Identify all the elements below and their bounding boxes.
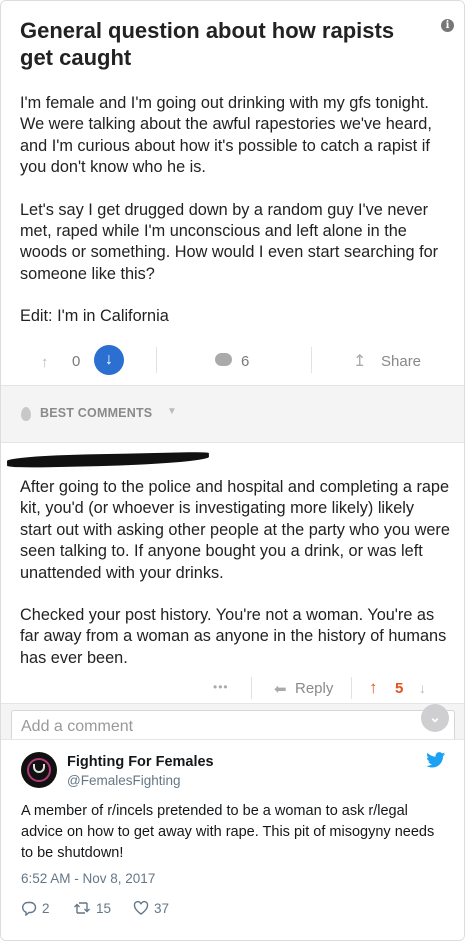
more-options-icon[interactable]: ••• xyxy=(213,680,229,694)
reply-count: 2 xyxy=(42,901,50,916)
author-name[interactable]: Fighting For Females xyxy=(67,754,214,770)
retweet-action[interactable]: 15 xyxy=(73,900,111,916)
retweet-icon xyxy=(74,902,90,914)
reddit-screenshot: General question about how rapists get c… xyxy=(1,1,464,740)
best-comments-label[interactable]: BEST COMMENTS xyxy=(40,406,152,420)
divider xyxy=(311,347,312,373)
reply-icon[interactable]: ⬅ xyxy=(274,680,287,698)
upvote-icon[interactable]: ↑ xyxy=(41,354,49,371)
comment-count[interactable]: 6 xyxy=(241,353,249,370)
comment-score: 5 xyxy=(395,680,404,697)
info-icon[interactable]: i xyxy=(441,19,454,32)
divider xyxy=(351,677,352,699)
comment-paragraph: After going to the police and hospital a… xyxy=(20,478,450,582)
divider xyxy=(156,347,157,373)
retweet-count: 15 xyxy=(96,901,112,916)
tweet-text: A member of r/incels pretended to be a w… xyxy=(21,803,435,861)
post-title[interactable]: General question about how rapists get c… xyxy=(20,17,430,71)
post-paragraph: I'm female and I'm going out drinking wi… xyxy=(20,94,432,177)
reply-button[interactable]: Reply xyxy=(295,680,333,697)
best-comments-bar[interactable]: BEST COMMENTS ▼ xyxy=(1,385,464,443)
chevron-down-icon[interactable]: ▼ xyxy=(167,406,177,417)
reply-action[interactable]: 2 xyxy=(21,900,50,917)
post-paragraph: Edit: I'm in California xyxy=(20,307,169,326)
author-handle[interactable]: @FemalesFighting xyxy=(67,773,181,788)
comment-downvote-icon[interactable]: ↓ xyxy=(419,680,426,696)
twitter-bird-icon[interactable] xyxy=(426,752,446,768)
add-comment-area: Add a comment xyxy=(1,703,464,740)
comment-body: After going to the police and hospital a… xyxy=(20,477,450,690)
comment-paragraph: Checked your post history. You're not a … xyxy=(20,606,447,667)
scroll-down-icon[interactable]: ⌄ xyxy=(421,704,449,732)
avatar[interactable] xyxy=(21,752,57,788)
comment-bubble-icon[interactable] xyxy=(215,353,232,366)
share-icon[interactable]: ↥ xyxy=(353,351,366,371)
like-count: 37 xyxy=(154,901,170,916)
like-action[interactable]: 37 xyxy=(133,900,169,916)
tweet-timestamp[interactable]: 6:52 AM - Nov 8, 2017 xyxy=(21,871,155,886)
share-button[interactable]: Share xyxy=(381,353,421,370)
flame-icon xyxy=(21,407,31,421)
add-comment-input[interactable]: Add a comment xyxy=(11,710,455,740)
redacted-username xyxy=(6,451,210,469)
tweet: Fighting For Females @FemalesFighting A … xyxy=(1,739,464,940)
vote-count: 0 xyxy=(72,353,81,370)
heart-icon xyxy=(133,900,149,915)
divider xyxy=(251,677,252,699)
embedded-tweet-card: General question about how rapists get c… xyxy=(0,0,465,941)
reply-bubble-icon xyxy=(22,901,37,917)
comment-upvote-icon[interactable]: ↑ xyxy=(369,678,378,698)
post-body: I'm female and I'm going out drinking wi… xyxy=(20,93,450,349)
downvote-button[interactable]: ↓ xyxy=(94,345,124,375)
post-paragraph: Let's say I get drugged down by a random… xyxy=(20,200,439,283)
down-arrow-icon: ↓ xyxy=(105,351,113,368)
